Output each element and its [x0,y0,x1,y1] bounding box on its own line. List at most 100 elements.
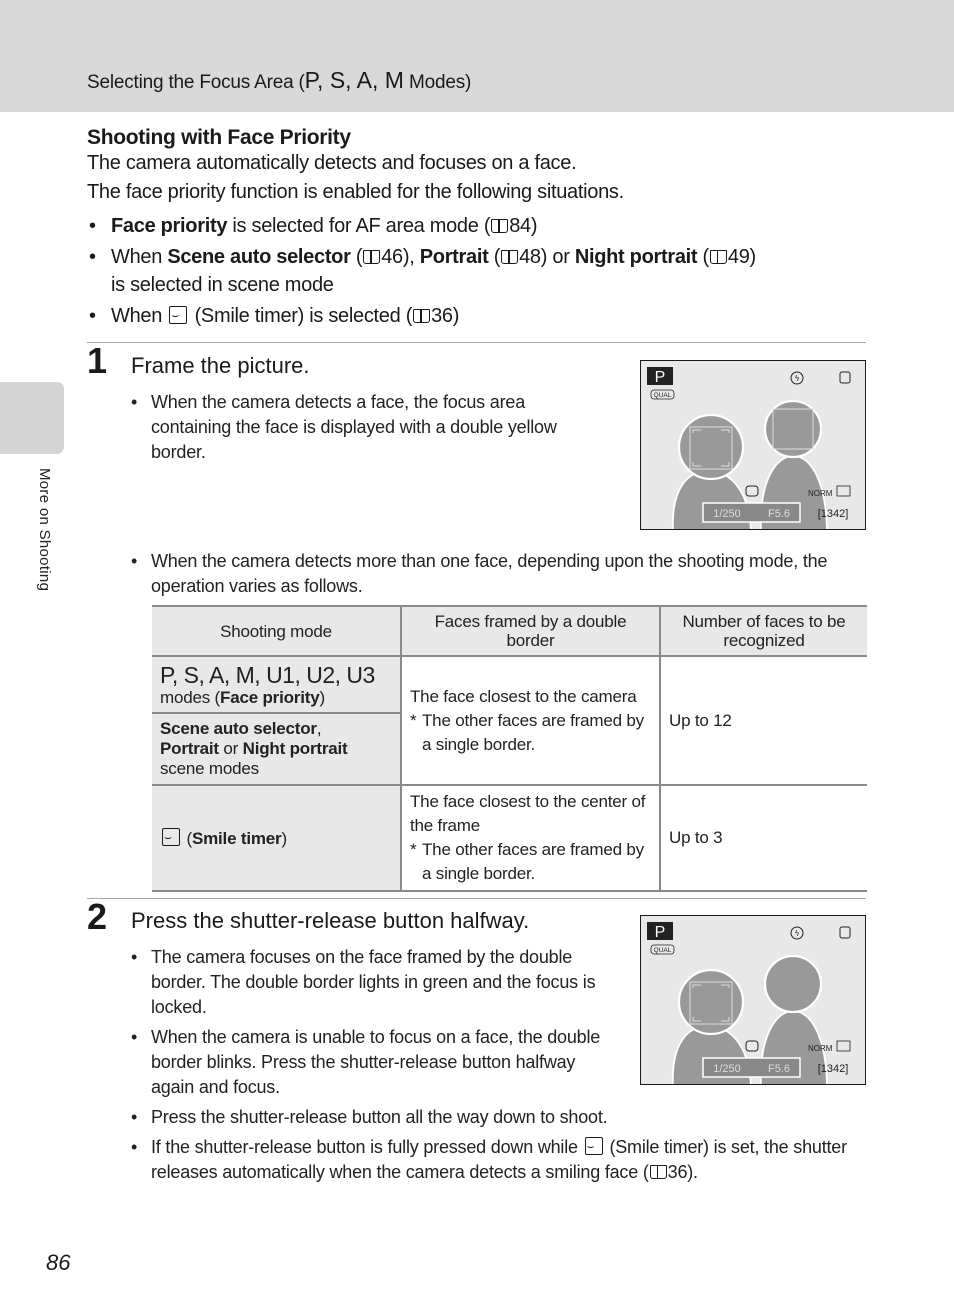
text: ) or [540,246,575,268]
text: ) [319,687,325,707]
count-cell: Up to 3 [659,784,867,892]
text: modes ( [160,687,221,707]
step-title: Press the shutter-release button halfway… [131,908,530,933]
list-item-text: When Scene auto selector (46), Portrait … [111,243,756,299]
page-ref[interactable]: 48 [519,246,541,268]
svg-text:ϟ: ϟ [794,374,799,383]
text: ) [530,215,538,237]
note-marker: * [410,840,417,859]
book-icon [649,1165,667,1179]
mode-symbols: P, S, A, M, U1, U2, U3 [160,661,375,688]
text: ), [402,246,420,268]
mode-desc: modes (Face priority) [160,688,392,708]
header-title-modes: P, S, A, M [304,67,404,93]
term: Night portrait [574,246,698,268]
text: ) [749,246,757,268]
text: ( [697,246,710,268]
column-header: Shooting mode [152,605,401,657]
text: If the shutter-release button is fully p… [151,1137,583,1157]
intro-line-1: The camera automatically detects and foc… [87,152,577,174]
step2-list-2: • Press the shutter-release button all t… [131,1105,861,1190]
list-item-text: When the camera is unable to focus on a … [151,1027,601,1097]
list-item-text: Press the shutter-release button all the… [151,1107,608,1127]
exposures-remaining: [1342] [818,1063,849,1075]
page-ref[interactable]: 36 [431,305,453,327]
header-title-suffix: Modes) [403,72,472,93]
section-title: Shooting with Face Priority [87,126,351,149]
list-item: • If the shutter-release button is fully… [131,1135,861,1185]
shutter-speed: 1/250 [713,1063,741,1075]
chapter-thumb-tab [0,382,64,454]
mode-desc: Scene auto selector, [160,719,392,739]
list-item: • When the camera detects a face, the fo… [131,390,601,465]
page-ref[interactable]: 46 [381,246,403,268]
text: ). [687,1162,698,1182]
count-cell: Up to 12 [659,655,867,786]
bullet: • [89,305,96,327]
camera-monitor-illustration-focused: P QUAL ϟ NORM 1/250 F5.6 [1342] [640,915,866,1085]
smile-timer-icon [162,827,180,846]
term: Scene auto selector [160,719,317,738]
text: , [316,719,322,738]
faces-note: * The other faces are framed by a single … [410,709,651,757]
divider [87,342,866,343]
text: ( [350,246,363,268]
list-item: • When the camera detects more than one … [131,549,861,599]
book-icon [491,219,509,233]
list-item-text: The camera focuses on the face framed by… [151,947,596,1017]
list-item: • When Scene auto selector (46), Portrai… [87,243,877,299]
running-header: Selecting the Focus Area (P, S, A, M Mod… [0,0,954,112]
conditions-list: • Face priority is selected for AF area … [87,212,877,333]
face-detection-table: Shooting mode Faces framed by a double b… [152,605,867,892]
shutter-speed: 1/250 [713,508,741,520]
book-icon [363,250,381,264]
book-icon [709,250,727,264]
faces-text: The face closest to the camera [410,686,637,706]
qual-label: QUAL [654,947,672,954]
list-item-text: Face priority is selected for AF area mo… [111,212,538,240]
term: Smile timer [191,828,282,848]
bullet: • [131,551,138,571]
face-right [763,954,823,1014]
mode-cell: Scene auto selector, Portrait or Night p… [152,712,401,786]
norm-label: NORM [808,1044,833,1053]
mode-cell: P, S, A, M, U1, U2, U3 modes (Face prior… [152,655,401,714]
note-text: The other faces are framed by a single b… [422,840,644,883]
list-item: • Press the shutter-release button all t… [131,1105,861,1130]
mode-desc: scene modes [160,759,259,778]
text: or [218,739,243,758]
step1-list: • When the camera detects a face, the fo… [131,390,601,470]
note-marker: * [410,710,417,730]
book-icon [501,250,519,264]
page-ref[interactable]: 36 [668,1162,688,1182]
page-ref[interactable]: 84 [509,215,531,237]
list-item-text: If the shutter-release button is fully p… [151,1135,861,1185]
bullet: • [131,1137,138,1157]
term: Face priority [111,215,228,237]
smile-timer-icon [584,1137,603,1155]
table-row: (Smile timer) The face closest to the ce… [152,784,867,892]
step-number: 1 [87,340,108,381]
mode-cell: (Smile timer) [152,784,401,892]
text: When [111,246,168,268]
column-header: Number of faces to be recognized [659,605,867,657]
smile-timer-icon [169,306,188,324]
camera-monitor-illustration: P QUAL ϟ NORM 1/250 F5.6 [1342] [640,360,866,530]
table-row: P, S, A, M, U1, U2, U3 modes (Face prior… [152,655,867,786]
monitor-svg: P QUAL ϟ NORM 1/250 F5.6 [1342] [641,361,865,529]
exposures-remaining: [1342] [818,508,849,520]
bullet: • [89,246,96,268]
list-item-text: When (Smile timer) is selected (36) [111,302,459,330]
term: Portrait [419,246,489,268]
list-item: • When (Smile timer) is selected (36) [87,302,877,330]
text: ( [488,246,501,268]
list-item-text: When the camera detects more than one fa… [151,551,828,596]
header-title-prefix: Selecting the Focus Area ( [87,72,305,93]
text: is selected for AF area mode ( [227,215,491,237]
page-ref[interactable]: 49 [728,246,750,268]
column-header: Faces framed by a double border [400,605,660,657]
mode-label: P [655,924,666,941]
bullet: • [131,392,138,412]
faces-note: * The other faces are framed by a single … [410,838,651,886]
bullet: • [131,947,138,967]
